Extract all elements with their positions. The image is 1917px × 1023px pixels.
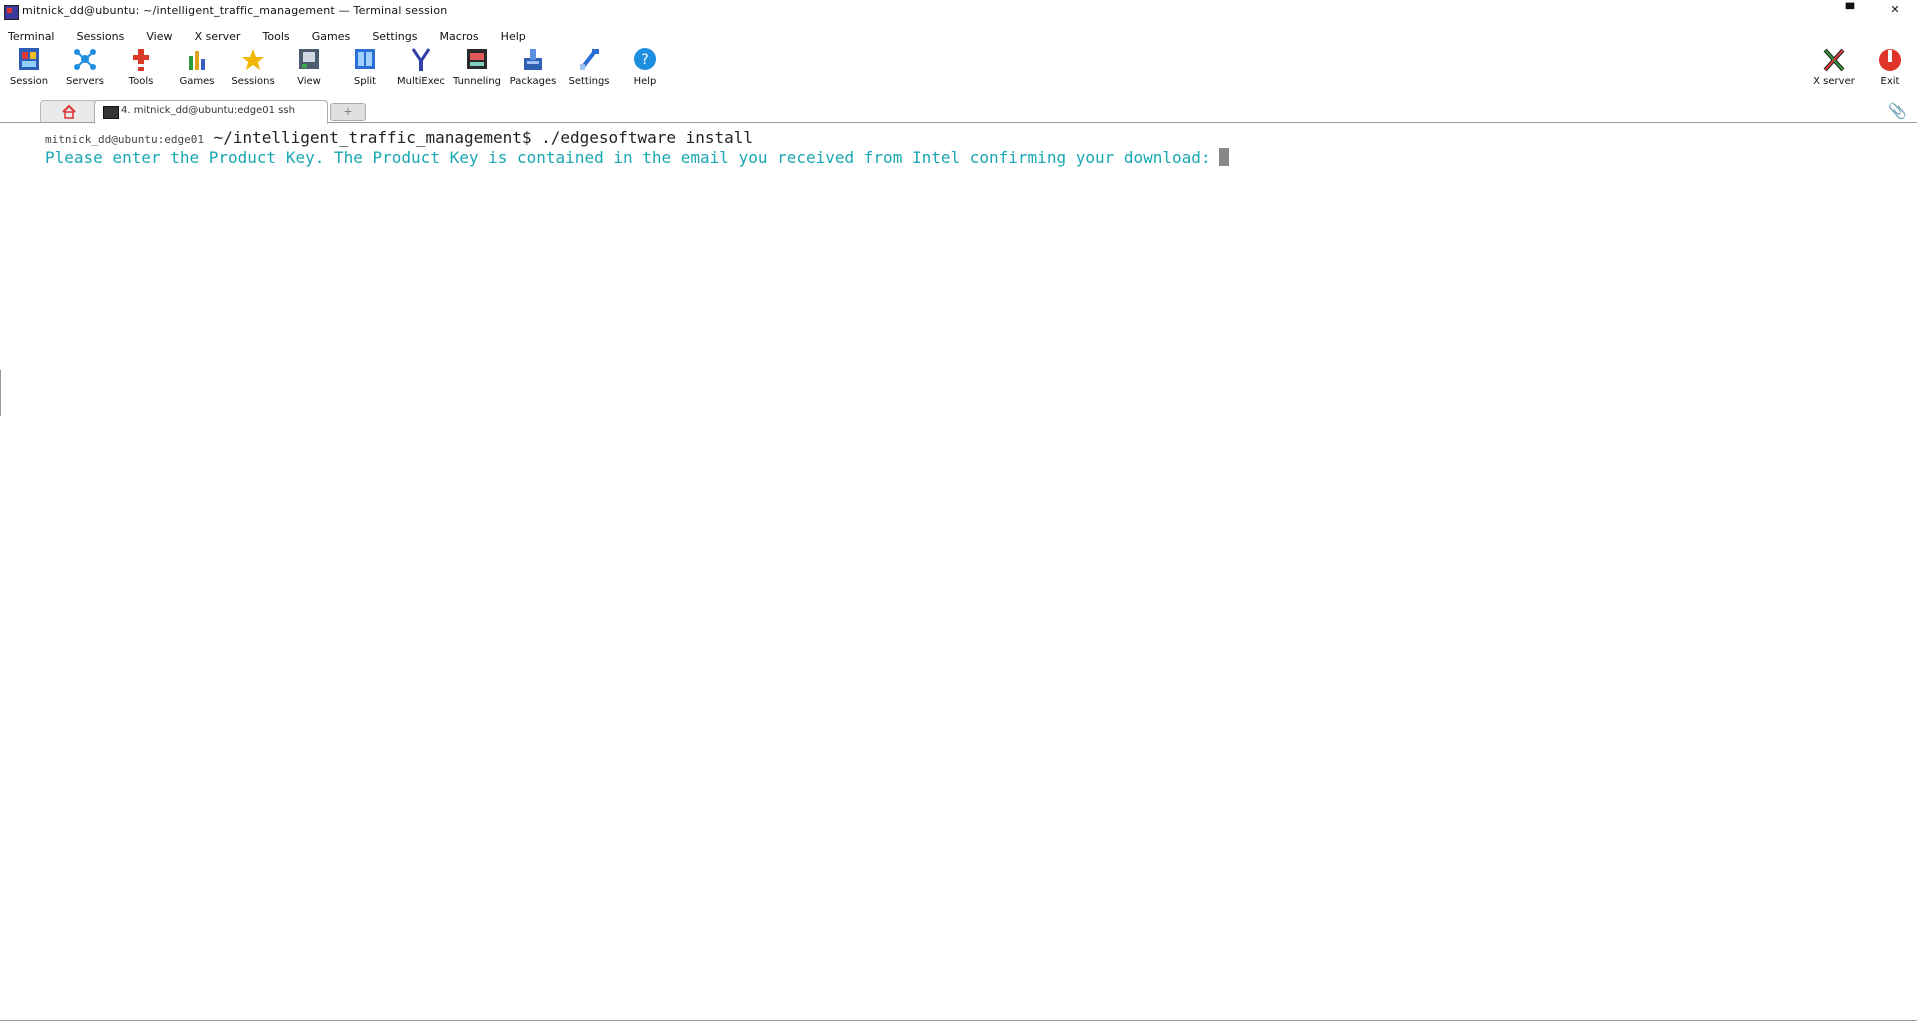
window-title: mitnick_dd@ubuntu: ~/intelligent_traffic…: [22, 4, 448, 17]
games-icon: [189, 51, 205, 70]
settings-icon: [580, 48, 599, 70]
exit-icon: [1879, 49, 1901, 71]
menu-bar: Terminal Sessions View X server Tools Ga…: [0, 25, 1917, 43]
terminal-icon: [103, 106, 119, 119]
new-tab-button[interactable]: +: [330, 103, 366, 121]
xserver-icon: [1823, 48, 1845, 72]
attach-icon[interactable]: 📎: [1888, 102, 1907, 120]
menu-sessions[interactable]: Sessions: [77, 28, 125, 43]
prompt-host: mitnick_dd@ubuntu:edge01: [45, 133, 204, 146]
toolbar-settings-button[interactable]: Settings: [561, 46, 617, 87]
menu-settings[interactable]: Settings: [372, 28, 417, 43]
tab-bar: 4. mitnick_dd@ubuntu:edge01 ssh + 📎: [0, 100, 1917, 124]
toolbar-games-button[interactable]: Games: [169, 46, 225, 87]
toolbar: Session Servers Tools Games Sessions Vie…: [0, 46, 1917, 98]
session-icon: [19, 48, 39, 70]
tab-session-label: 4. mitnick_dd@ubuntu:edge01 ssh: [121, 105, 295, 116]
menu-games[interactable]: Games: [312, 28, 350, 43]
toolbar-tunneling-button[interactable]: Tunneling: [449, 46, 505, 87]
packages-icon: [524, 49, 542, 70]
menu-terminal[interactable]: Terminal: [8, 28, 55, 43]
multiexec-icon: [411, 48, 431, 71]
toolbar-sessions-button[interactable]: Sessions: [225, 46, 281, 87]
prompt-path: ~/intelligent_traffic_management$: [213, 128, 532, 147]
toolbar-session-button[interactable]: Session: [1, 46, 57, 87]
toolbar-servers-button[interactable]: Servers: [57, 46, 113, 87]
toolbar-xserver-button[interactable]: X server: [1806, 46, 1862, 87]
tunneling-icon: [467, 49, 487, 69]
servers-icon: [74, 49, 96, 70]
menu-macros[interactable]: Macros: [440, 28, 479, 43]
menu-tools[interactable]: Tools: [263, 28, 290, 43]
split-icon: [355, 49, 375, 69]
tab-home[interactable]: [40, 100, 98, 122]
toolbar-tools-button[interactable]: Tools: [113, 46, 169, 87]
maximize-button[interactable]: ▀: [1843, 3, 1857, 17]
toolbar-multiexec-button[interactable]: MultiExec: [393, 46, 449, 87]
bottom-border: [0, 1020, 1917, 1021]
toolbar-exit-button[interactable]: Exit: [1862, 46, 1917, 87]
tools-icon: [133, 49, 149, 71]
tab-session[interactable]: 4. mitnick_dd@ubuntu:edge01 ssh: [94, 100, 328, 124]
svg-text:?: ?: [641, 52, 648, 68]
output-line: Please enter the Product Key. The Produc…: [45, 148, 1229, 167]
prompt-line: mitnick_dd@ubuntu:edge01 ~/intelligent_t…: [45, 128, 753, 147]
text-cursor: [1218, 148, 1229, 166]
help-icon: ?: [634, 48, 656, 70]
menu-view[interactable]: View: [146, 28, 172, 43]
toolbar-help-button[interactable]: ? Help: [617, 46, 673, 87]
prompt-command: ./edgesoftware install: [531, 128, 754, 147]
toolbar-packages-button[interactable]: Packages: [505, 46, 561, 87]
toolbar-split-button[interactable]: Split: [337, 46, 393, 87]
close-button[interactable]: ✕: [1888, 3, 1902, 17]
view-icon: [299, 49, 319, 69]
menu-x-server[interactable]: X server: [195, 28, 241, 43]
sessions-star-icon: [242, 49, 264, 70]
margin-marker: [0, 370, 1, 416]
title-bar: mitnick_dd@ubuntu: ~/intelligent_traffic…: [0, 0, 1917, 22]
app-logo-icon: [4, 5, 19, 20]
menu-help[interactable]: Help: [501, 28, 526, 43]
terminal-area[interactable]: mitnick_dd@ubuntu:edge01 ~/intelligent_t…: [0, 123, 1917, 1020]
output-text: Please enter the Product Key. The Produc…: [45, 148, 1211, 167]
toolbar-view-button[interactable]: View: [281, 46, 337, 87]
home-icon: [62, 104, 76, 119]
